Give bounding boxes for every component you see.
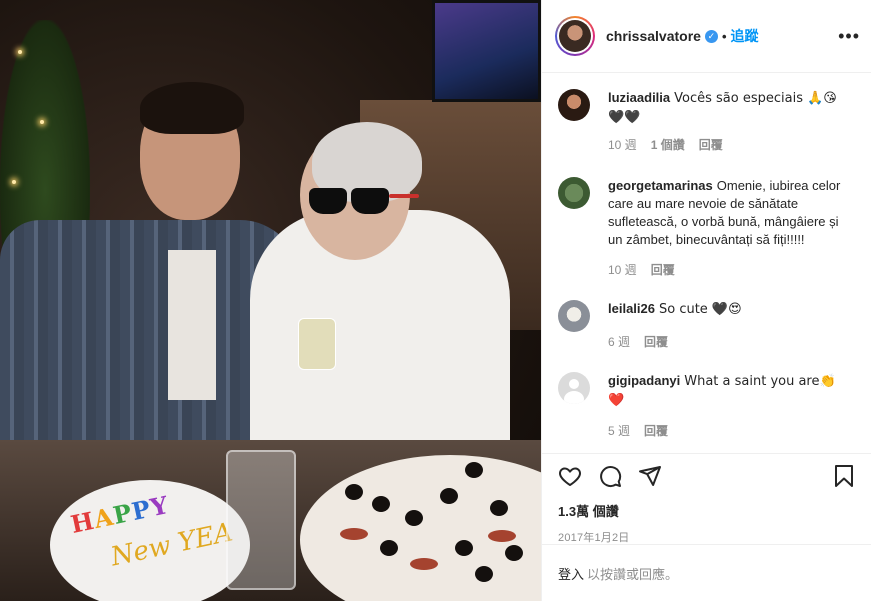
likes-number: 1.3萬 [558,504,590,519]
olive [505,545,523,561]
comment-age[interactable]: 10 週 [608,136,637,153]
comment-meta: 10 週 回覆 [608,261,853,278]
comment-meta: 5 週 回覆 [608,422,853,439]
reply-button[interactable]: 回覆 [644,333,668,350]
instagram-post: HAPPY New YEA chrissalvatore ✓ • 追蹤 ••• [0,0,871,601]
olive [465,462,483,478]
author-username[interactable]: chrissalvatore [606,28,701,44]
comment-avatar[interactable] [558,89,590,121]
likes-unit: 個讚 [589,504,619,519]
comment-likes[interactable]: 1 個讚 [651,136,685,153]
tree-light [40,120,44,124]
comment-item: luziaadilia Vocês são especiais 🙏😘 🖤🖤 10 … [558,89,856,153]
comment-item: georgetamarinas Omenie, iubirea celor car… [558,177,856,278]
action-icons [558,464,856,488]
login-link[interactable]: 登入 [558,564,584,583]
olive [345,484,363,500]
comment-age[interactable]: 10 週 [608,261,637,278]
comment-age[interactable]: 6 週 [608,333,630,350]
comment-item: leilali26 So cute 🖤😍 6 週 回覆 [558,300,856,350]
sunglasses [305,188,419,216]
tree-light [12,180,16,184]
olive [440,488,458,504]
header-separator: • [721,28,727,44]
salami [488,530,516,542]
comment-meta: 10 週 1 個讚 回覆 [608,136,853,153]
comment-text: What a saint you are👏 [684,374,836,389]
verified-badge-icon: ✓ [704,29,718,43]
likes-count[interactable]: 1.3萬 個讚 [558,501,856,520]
reply-button[interactable]: 回覆 [699,136,723,153]
comment-text-block: georgetamarinas Omenie, iubirea celor car… [608,177,853,249]
post-header: chrissalvatore ✓ • 追蹤 ••• [542,0,871,73]
comment-text-block: luziaadilia Vocês são especiais 🙏😘 🖤🖤 [608,89,853,127]
comment-text: Vocês são especiais 🙏😘 [674,91,837,106]
bookmark-icon[interactable] [832,464,856,488]
paper-plane-icon[interactable] [638,464,662,488]
more-options-icon[interactable]: ••• [838,27,860,45]
post-side-panel: chrissalvatore ✓ • 追蹤 ••• luziaadilia Voc… [541,0,871,601]
comment-text-line2: 🖤🖤 [608,110,641,125]
olive [455,540,473,556]
post-photo[interactable]: HAPPY New YEA [0,0,541,601]
comment-item: gigipadanyi What a saint you are👏 ❤️ 5 週 … [558,372,856,439]
reply-button[interactable]: 回覆 [651,261,675,278]
tv-screen [432,0,541,102]
salami [410,558,438,570]
comment-avatar[interactable] [558,177,590,209]
post-date[interactable]: 2017年1月2日 [558,529,856,545]
comment-username[interactable]: leilali26 [608,301,655,316]
comment-username[interactable]: georgetamarinas [608,178,713,193]
comment-text-block: gigipadanyi What a saint you are👏 ❤️ [608,372,853,410]
olive [490,500,508,516]
comment-meta: 6 週 回覆 [608,333,853,350]
story-ring[interactable] [555,16,595,56]
comments-list[interactable]: luziaadilia Vocês são especiais 🙏😘 🖤🖤 10 … [542,73,871,453]
comment-username[interactable]: luziaadilia [608,90,670,105]
tree-light [18,50,22,54]
comment-avatar[interactable] [558,300,590,332]
cutlery-glass [226,450,296,590]
avatar[interactable] [559,20,591,52]
comment-username[interactable]: gigipadanyi [608,373,680,388]
man-hair [140,82,244,134]
login-prompt: 登入 以按讚或回應。 [542,544,871,601]
default-avatar-icon[interactable] [558,372,590,404]
salami [340,528,368,540]
heart-icon[interactable] [558,464,582,488]
comment-text: So cute 🖤😍 [658,302,742,317]
olive [475,566,493,582]
comment-icon[interactable] [598,464,622,488]
white-tee [168,250,216,400]
comment-age[interactable]: 5 週 [608,422,630,439]
login-prompt-text: 以按讚或回應。 [587,566,679,582]
olive [405,510,423,526]
olive [372,496,390,512]
follow-button[interactable]: 追蹤 [731,26,759,46]
olive [380,540,398,556]
post-actions: 1.3萬 個讚 2017年1月2日 [542,453,871,545]
comment-text-line2: ❤️ [608,393,625,408]
reply-button[interactable]: 回覆 [644,422,668,439]
drink-cup [298,318,336,370]
comment-text-block: leilali26 So cute 🖤😍 [608,300,853,319]
